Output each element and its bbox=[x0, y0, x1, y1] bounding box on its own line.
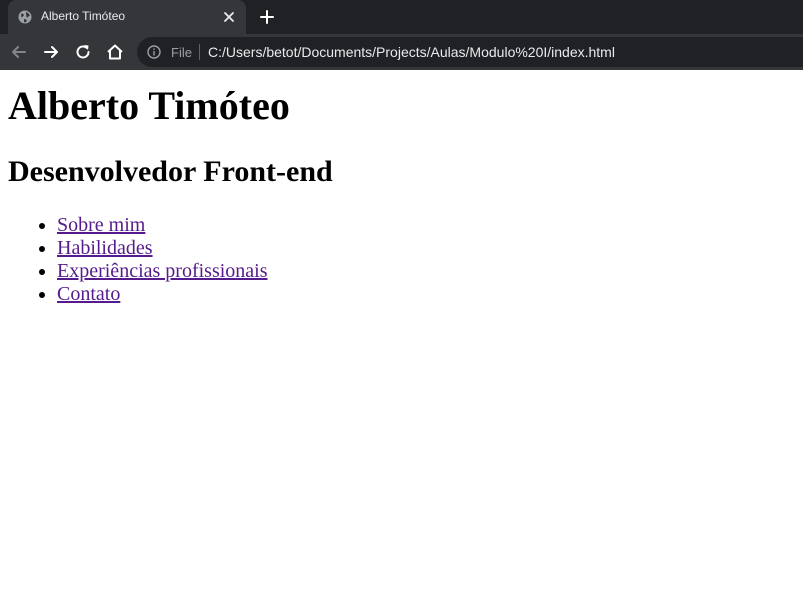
tab-title: Alberto Timóteo bbox=[41, 9, 126, 23]
page-subtitle: Desenvolvedor Front-end bbox=[8, 155, 333, 188]
scheme-label: File bbox=[171, 45, 192, 60]
list-item: Contato bbox=[57, 283, 268, 306]
url-text[interactable]: C:/Users/betot/Documents/Projects/Aulas/… bbox=[208, 44, 615, 60]
list-item: Habilidades bbox=[57, 237, 268, 260]
info-icon[interactable] bbox=[147, 45, 161, 59]
list-item: Experiências profissionais bbox=[57, 260, 268, 283]
reload-icon[interactable] bbox=[73, 42, 93, 62]
list-item: Sobre mim bbox=[57, 214, 268, 237]
omnibox-divider bbox=[199, 44, 200, 60]
nav-link-experiencias[interactable]: Experiências profissionais bbox=[57, 260, 268, 282]
tab-strip: Alberto Timóteo bbox=[0, 0, 803, 34]
browser-tab[interactable]: Alberto Timóteo bbox=[8, 0, 246, 34]
address-bar[interactable]: File C:/Users/betot/Documents/Projects/A… bbox=[137, 37, 803, 67]
page-content: Alberto Timóteo Desenvolvedor Front-end … bbox=[0, 70, 803, 609]
page-title: Alberto Timóteo bbox=[8, 83, 290, 128]
close-icon[interactable] bbox=[222, 10, 236, 24]
nav-list: Sobre mim Habilidades Experiências profi… bbox=[57, 214, 268, 306]
nav-link-contato[interactable]: Contato bbox=[57, 283, 120, 305]
nav-link-habilidades[interactable]: Habilidades bbox=[57, 237, 153, 259]
forward-arrow-icon[interactable] bbox=[41, 42, 61, 62]
plus-icon[interactable] bbox=[258, 8, 276, 26]
browser-toolbar: File C:/Users/betot/Documents/Projects/A… bbox=[0, 34, 803, 70]
home-icon[interactable] bbox=[105, 42, 125, 62]
nav-link-sobre-mim[interactable]: Sobre mim bbox=[57, 214, 145, 236]
globe-icon bbox=[18, 10, 32, 24]
back-arrow-icon[interactable] bbox=[9, 42, 29, 62]
